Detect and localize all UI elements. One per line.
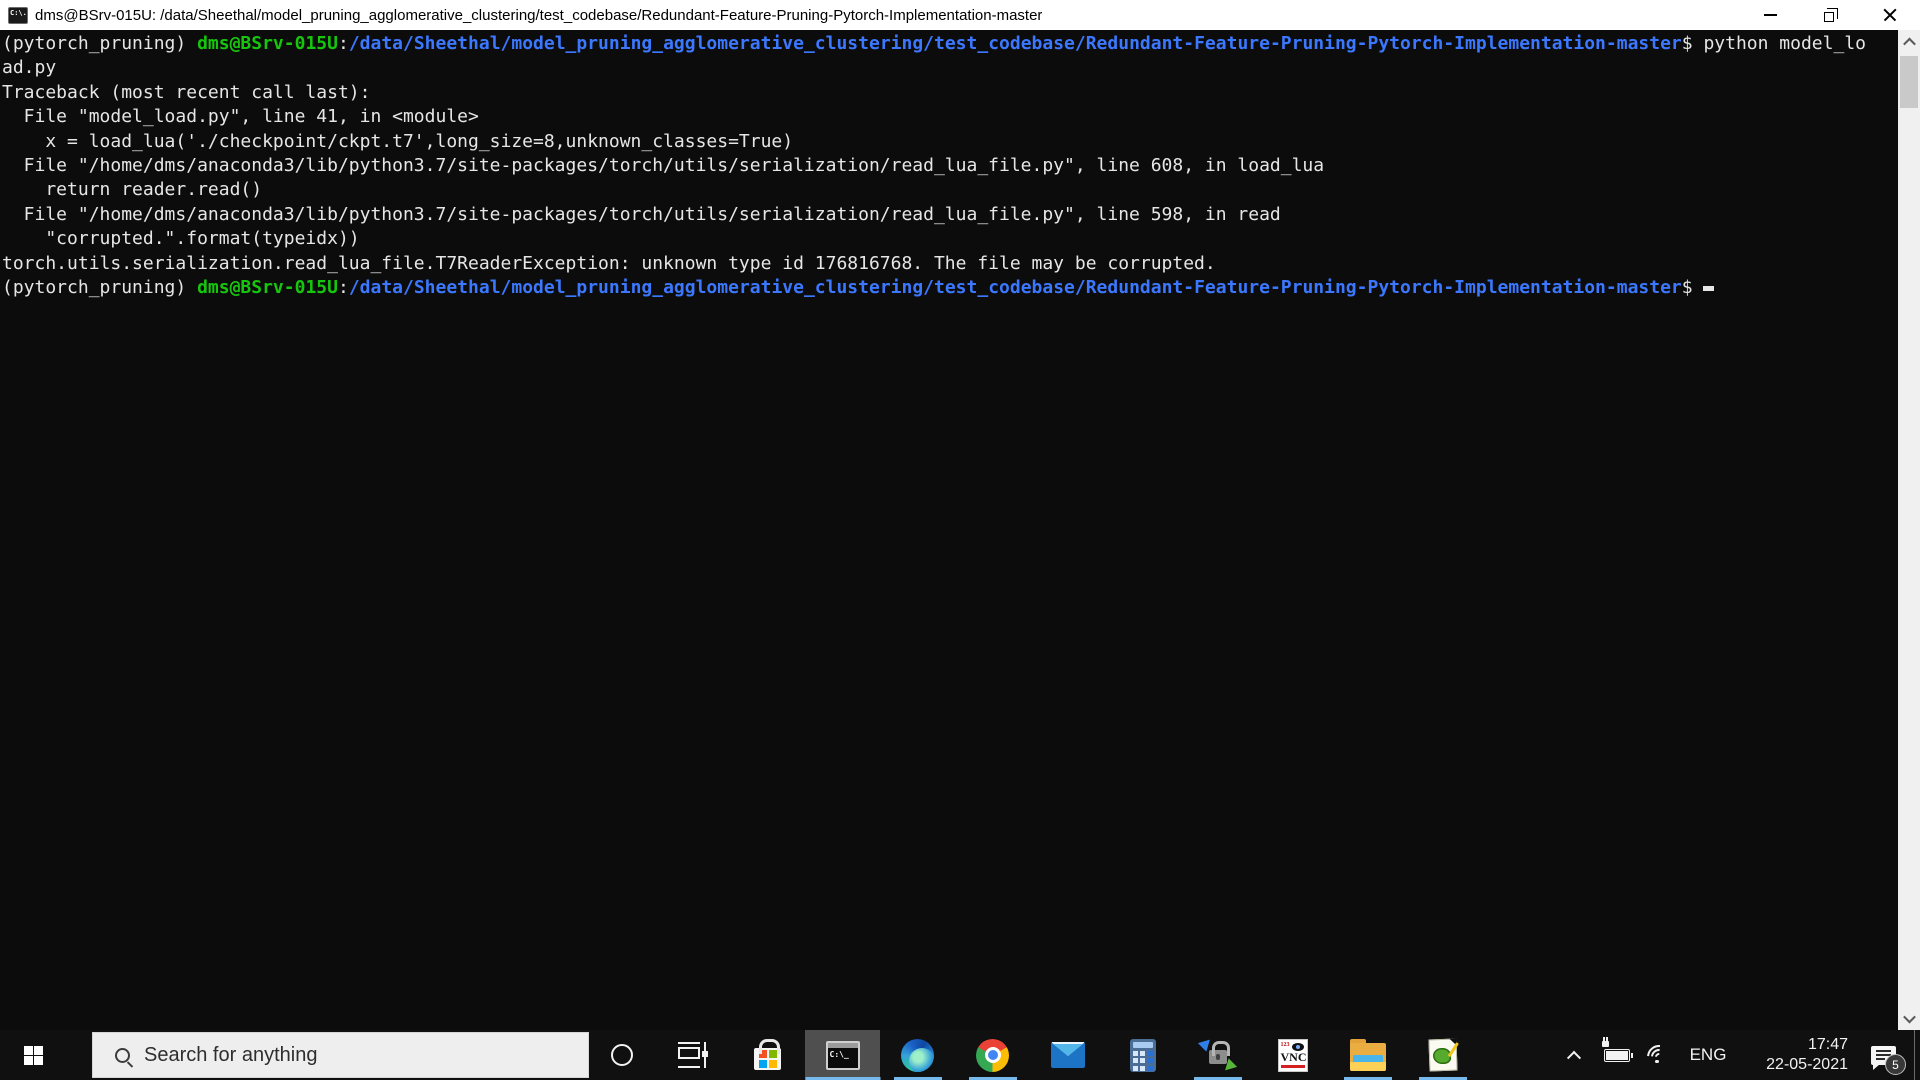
minimize-icon [1763,14,1777,16]
taskbar-icon-task-view[interactable] [655,1030,730,1080]
terminal-line: torch.utils.serialization.read_lua_file.… [2,252,1216,274]
taskbar-icon-edge[interactable] [880,1030,955,1080]
taskbar-icon-chrome[interactable] [955,1030,1030,1080]
chrome-icon [976,1038,1009,1072]
terminal-output: (pytorch_pruning) dms@BSrv-015U:/data/Sh… [2,32,1896,300]
terminal-line: File "/home/dms/anaconda3/lib/python3.7/… [2,155,1325,177]
terminal-window[interactable]: (pytorch_pruning) dms@BSrv-015U:/data/Sh… [0,30,1920,1030]
start-button[interactable] [0,1030,66,1080]
mail-icon [1050,1042,1085,1068]
scrollbar-thumb[interactable] [1900,56,1918,108]
language-label: ENG [1689,1045,1727,1064]
system-tray: ENG 17:47 22-05-2021 5 [1552,1030,1920,1080]
taskbar-icon-calculator[interactable] [1105,1030,1180,1080]
taskbar: 123VNC ENG 17:47 22-05-2021 5 [0,1030,1920,1080]
window-titlebar: dms@BSrv-015U: /data/Sheethal/model_prun… [0,0,1920,30]
microsoft-store-icon [754,1039,781,1070]
terminal-line: return reader.read() [2,179,263,201]
chevron-up-icon [1902,37,1916,50]
terminal-line: File "/home/dms/anaconda3/lib/python3.7/… [2,203,1281,225]
calculator-icon [1129,1038,1156,1072]
taskbar-icon-notepad-plus-plus[interactable] [1405,1030,1480,1080]
terminal-line: (pytorch_pruning) dms@BSrv-015U:/data/Sh… [2,276,1896,300]
terminal-line: (pytorch_pruning) dms@BSrv-015U:/data/Sh… [2,33,1866,54]
taskbar-search-box[interactable] [92,1032,589,1078]
show-desktop-button[interactable] [1914,1030,1920,1080]
scrollbar-up-button[interactable] [1898,30,1920,54]
edge-icon [901,1038,934,1072]
notification-count-badge: 5 [1885,1054,1906,1075]
taskbar-icon-microsoft-store[interactable] [730,1030,805,1080]
clock-time: 17:47 [1807,1036,1848,1053]
chevron-up-icon [1566,1050,1582,1065]
window-title: dms@BSrv-015U: /data/Sheethal/model_prun… [35,6,1043,24]
battery-charging-icon [1602,1036,1633,1062]
scrollbar-down-button[interactable] [1898,1006,1920,1030]
tray-network-button[interactable] [1638,1030,1680,1080]
taskbar-icon-vnc-viewer[interactable]: 123 VNC [1255,1030,1330,1080]
terminal-icon [825,1040,860,1070]
taskbar-icon-terminal[interactable] [805,1030,880,1080]
tray-language-button[interactable]: ENG [1680,1030,1736,1080]
terminal-cursor [1703,286,1715,292]
tray-battery-button[interactable] [1596,1030,1638,1080]
secure-file-transfer-icon [1197,1035,1237,1075]
tray-clock-button[interactable]: 17:47 22-05-2021 [1736,1035,1854,1075]
terminal-line: ad.py [2,57,57,79]
terminal-line: "corrupted.".format(typeidx)) [2,228,360,250]
close-button[interactable] [1860,0,1920,30]
close-icon [1883,8,1897,22]
terminal-line: Traceback (most recent call last): [2,81,371,103]
action-center-button[interactable]: 5 [1854,1030,1912,1080]
file-explorer-icon [1349,1039,1386,1071]
taskbar-icon-mail[interactable] [1030,1030,1105,1080]
clock-date: 22-05-2021 [1766,1056,1848,1073]
terminal-window-icon [8,6,28,24]
taskbar-icon-file-explorer[interactable] [1330,1030,1405,1080]
tray-show-hidden-icons-button[interactable] [1552,1030,1596,1080]
notepad-plus-plus-icon [1427,1038,1459,1072]
restore-button[interactable] [1800,0,1860,30]
cortana-button[interactable] [589,1030,655,1080]
taskbar-icon-file-transfer-lock[interactable] [1180,1030,1255,1080]
restore-icon [1823,7,1838,22]
windows-logo-icon [23,1045,43,1065]
search-icon [115,1047,130,1063]
wifi-icon [1642,1040,1676,1074]
terminal-line: File "model_load.py", line 41, in <modul… [2,106,479,128]
terminal-scrollbar[interactable] [1898,30,1920,1030]
search-input[interactable] [144,1043,544,1067]
minimize-button[interactable] [1740,0,1800,30]
task-view-icon [677,1042,708,1068]
chevron-down-icon [1902,1010,1916,1023]
terminal-line: x = load_lua('./checkpoint/ckpt.t7',long… [2,130,794,152]
cortana-icon [611,1044,633,1066]
vnc-viewer-icon: 123 VNC [1277,1038,1308,1072]
